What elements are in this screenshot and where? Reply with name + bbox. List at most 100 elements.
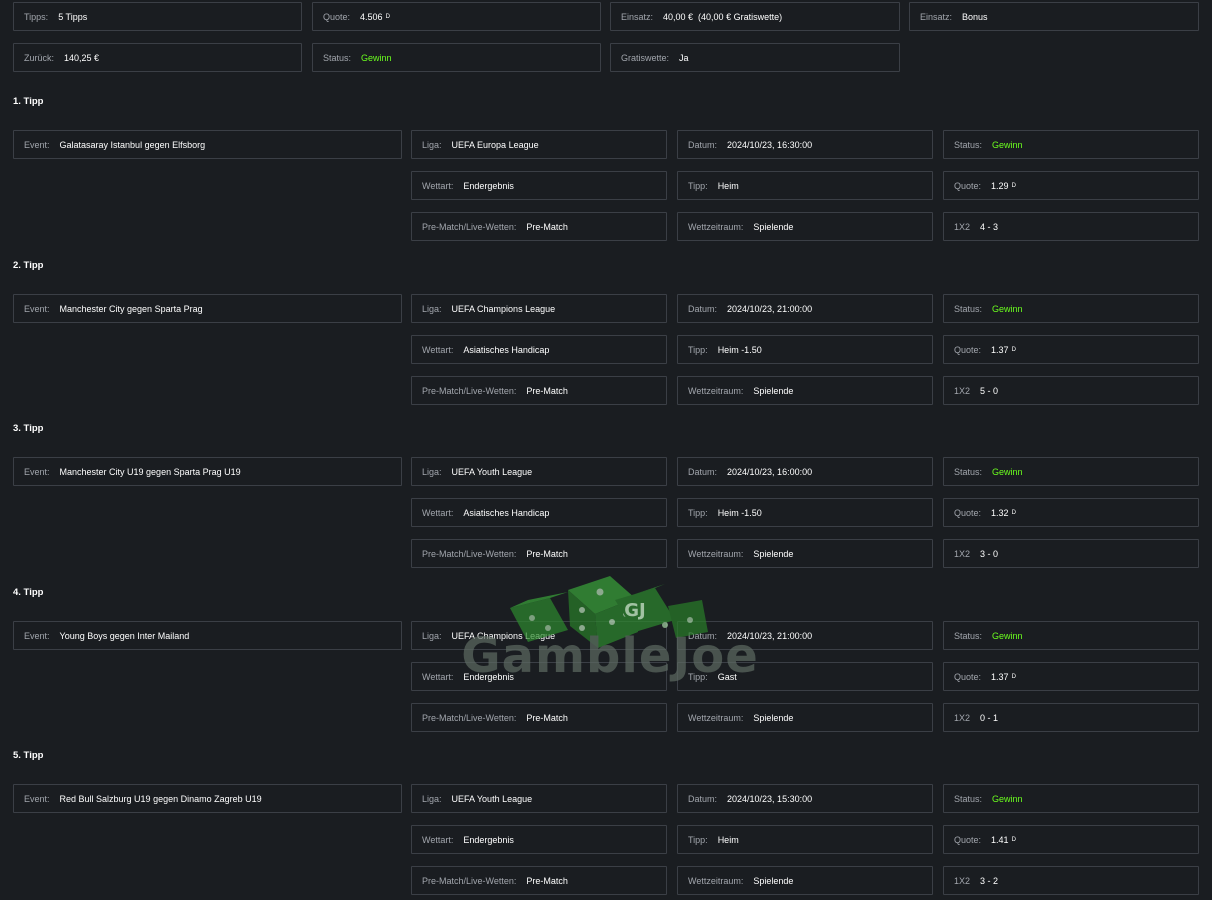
summary-quote-sup: D	[385, 13, 390, 20]
tip-quote: Quote: 1.41 D	[943, 825, 1199, 854]
summary-status: Status: Gewinn	[312, 43, 601, 72]
tip-tipp: Tipp: Heim -1.50	[677, 498, 933, 527]
tip-datum-label: Datum:	[688, 303, 718, 314]
tip-wettart-label: Wettart:	[422, 834, 454, 845]
tip-result: 1X2 0 - 1	[943, 703, 1199, 732]
tip-prematch-value: Pre-Match	[526, 221, 568, 232]
summary-quote-value: 4.506	[360, 11, 383, 22]
summary-einsatz-type: Einsatz: Bonus	[909, 2, 1199, 31]
tip-wettzeitraum: Wettzeitraum: Spielende	[677, 376, 933, 405]
tip-datum-label: Datum:	[688, 630, 718, 641]
tip-datum: Datum: 2024/10/23, 15:30:00	[677, 784, 933, 813]
tip-status-label: Status:	[954, 630, 983, 641]
summary-gratiswette: Gratiswette: Ja	[610, 43, 900, 72]
tip-tipp-label: Tipp:	[688, 344, 708, 355]
tip-status-label: Status:	[954, 793, 983, 804]
tip-quote-label: Quote:	[954, 344, 982, 355]
summary-quote: Quote: 4.506 D	[312, 2, 601, 31]
tip-result: 1X2 4 - 3	[943, 212, 1199, 241]
tip-quote-value: 1.32	[991, 507, 1009, 518]
tip-liga-value: UEFA Youth League	[451, 466, 533, 477]
tip-wettzeitraum-value: Spielende	[753, 548, 794, 559]
tip-wettzeitraum-value: Spielende	[753, 875, 794, 886]
tip-tipp-label: Tipp:	[688, 180, 708, 191]
tip-event: Event: Manchester City gegen Sparta Prag	[13, 294, 402, 323]
tip-prematch-value: Pre-Match	[526, 548, 568, 559]
tip-wettart: Wettart: Endergebnis	[411, 171, 667, 200]
tip-tipp: Tipp: Heim -1.50	[677, 335, 933, 364]
tip-datum-value: 2024/10/23, 16:00:00	[727, 466, 813, 477]
tip-result-value: 0 - 1	[980, 712, 999, 723]
tip-event-label: Event:	[24, 793, 50, 804]
tip-liga: Liga: UEFA Europa League	[411, 130, 667, 159]
tip-prematch-label: Pre-Match/Live-Wetten:	[422, 221, 517, 232]
summary-tipps-value: 5 Tipps	[58, 11, 88, 22]
tip-liga-label: Liga:	[422, 630, 442, 641]
tip-wettart-value: Endergebnis	[463, 180, 514, 191]
tip-result: 1X2 5 - 0	[943, 376, 1199, 405]
summary-einsatz: Einsatz: 40,00 € (40,00 € Gratiswette)	[610, 2, 900, 31]
tip-datum-value: 2024/10/23, 15:30:00	[727, 793, 813, 804]
tip-event-label: Event:	[24, 630, 50, 641]
tip-status: Status: Gewinn	[943, 294, 1199, 323]
summary-einsatz-type-value: Bonus	[962, 11, 988, 22]
tip-wettart-label: Wettart:	[422, 180, 454, 191]
tip-liga-label: Liga:	[422, 139, 442, 150]
tip-status-value: Gewinn	[992, 466, 1023, 477]
tip-datum-label: Datum:	[688, 139, 718, 150]
tip-datum-label: Datum:	[688, 793, 718, 804]
tip-result-value: 4 - 3	[980, 221, 999, 232]
tip-wettart-label: Wettart:	[422, 344, 454, 355]
tip-prematch: Pre-Match/Live-Wetten: Pre-Match	[411, 539, 667, 568]
summary-gratiswette-value: Ja	[679, 52, 689, 63]
tip-result-value: 3 - 0	[980, 548, 999, 559]
tip-quote-label: Quote:	[954, 180, 982, 191]
tip-datum: Datum: 2024/10/23, 16:30:00	[677, 130, 933, 159]
tip-tipp-value: Heim	[717, 180, 739, 191]
tip-liga: Liga: UEFA Champions League	[411, 621, 667, 650]
tip-wettzeitraum-label: Wettzeitraum:	[688, 221, 744, 232]
tip-status: Status: Gewinn	[943, 784, 1199, 813]
tip-datum: Datum: 2024/10/23, 16:00:00	[677, 457, 933, 486]
tip-quote-sup: D	[1011, 673, 1016, 680]
tip-status-value: Gewinn	[992, 630, 1023, 641]
tip-quote-sup: D	[1011, 346, 1016, 353]
tip-tipp-label: Tipp:	[688, 671, 708, 682]
tip-quote-sup: D	[1011, 509, 1016, 516]
tip-prematch-value: Pre-Match	[526, 875, 568, 886]
tip-status-value: Gewinn	[992, 793, 1023, 804]
summary-quote-label: Quote:	[323, 11, 351, 22]
tip-liga-value: UEFA Champions League	[451, 630, 556, 641]
tip-wettart: Wettart: Asiatisches Handicap	[411, 335, 667, 364]
tip-wettart: Wettart: Endergebnis	[411, 662, 667, 691]
tip-event-value: Manchester City U19 gegen Sparta Prag U1…	[59, 466, 241, 477]
tip-event-value: Red Bull Salzburg U19 gegen Dinamo Zagre…	[59, 793, 262, 804]
tip-prematch: Pre-Match/Live-Wetten: Pre-Match	[411, 212, 667, 241]
tip-event-label: Event:	[24, 303, 50, 314]
tip-liga-value: UEFA Champions League	[451, 303, 556, 314]
tip-wettzeitraum-label: Wettzeitraum:	[688, 712, 744, 723]
tip-quote-value: 1.29	[991, 180, 1009, 191]
summary-zurueck: Zurück: 140,25 €	[13, 43, 302, 72]
tip-prematch-label: Pre-Match/Live-Wetten:	[422, 548, 517, 559]
tip-wettzeitraum-label: Wettzeitraum:	[688, 875, 744, 886]
tip-result-label: 1X2	[954, 875, 971, 886]
tip-tipp: Tipp: Heim	[677, 171, 933, 200]
tip-quote-label: Quote:	[954, 507, 982, 518]
tip-event-label: Event:	[24, 466, 50, 477]
tip-quote: Quote: 1.37 D	[943, 662, 1199, 691]
tip-prematch: Pre-Match/Live-Wetten: Pre-Match	[411, 866, 667, 895]
tip-wettzeitraum: Wettzeitraum: Spielende	[677, 866, 933, 895]
tip-wettzeitraum-value: Spielende	[753, 385, 794, 396]
tip-event-value: Young Boys gegen Inter Mailand	[59, 630, 190, 641]
summary-zurueck-value: 140,25 €	[64, 52, 100, 63]
tip-event-label: Event:	[24, 139, 50, 150]
tip-liga-value: UEFA Europa League	[451, 139, 539, 150]
tip-tipp: Tipp: Gast	[677, 662, 933, 691]
tip-datum-value: 2024/10/23, 16:30:00	[727, 139, 813, 150]
tip-wettzeitraum-label: Wettzeitraum:	[688, 548, 744, 559]
tip-quote-value: 1.37	[991, 671, 1009, 682]
tip-result-label: 1X2	[954, 221, 971, 232]
tip-status-label: Status:	[954, 303, 983, 314]
tip-tipp-value: Heim -1.50	[717, 344, 762, 355]
